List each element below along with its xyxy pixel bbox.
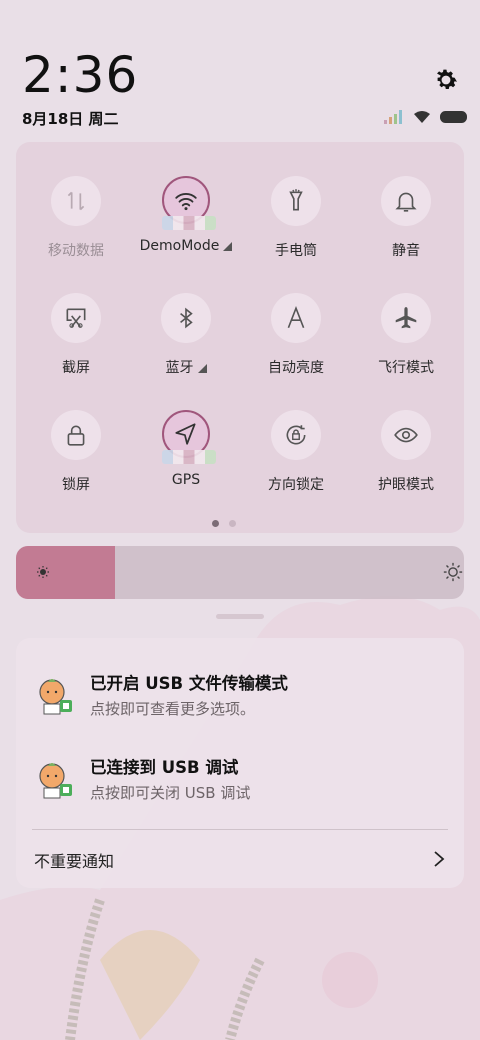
wifi-icon [162, 176, 216, 230]
page-dot-active [212, 520, 219, 527]
tile-screenshot[interactable]: 截屏 [20, 293, 132, 403]
tile-label: 截屏 [62, 360, 90, 376]
tile-label: 静音 [392, 243, 420, 259]
tile-wifi[interactable]: DemoMode [130, 176, 242, 286]
mobile-data-icon [51, 176, 101, 226]
screenshot-icon [51, 293, 101, 343]
tile-lock-screen[interactable]: 锁屏 [20, 410, 132, 520]
unimportant-notifications-link[interactable]: 不重要通知 [34, 848, 114, 872]
tile-bluetooth[interactable]: 蓝牙 [130, 293, 242, 403]
chevron-right-icon[interactable] [432, 850, 446, 868]
bluetooth-icon [161, 293, 211, 343]
brightness-low-icon [37, 566, 49, 578]
sticker-decoration [162, 216, 216, 230]
tile-label: 锁屏 [62, 477, 90, 493]
drag-handle[interactable] [216, 614, 264, 619]
tile-rotation-lock[interactable]: 方向锁定 [240, 410, 352, 520]
eye-icon [381, 410, 431, 460]
tile-label: 蓝牙 [165, 360, 194, 376]
notification-usb-transfer[interactable]: 已开启 USB 文件传输模式 点按即可查看更多选项。 [16, 668, 464, 734]
brightness-slider[interactable] [16, 546, 464, 599]
tile-gps[interactable]: GPS [130, 410, 242, 520]
battery-icon [440, 111, 467, 123]
tile-label: 飞行模式 [378, 360, 434, 376]
flashlight-icon [271, 176, 321, 226]
divider [32, 829, 448, 830]
bell-icon [381, 176, 431, 226]
tile-mobile-data[interactable]: 移动数据 [20, 176, 132, 286]
tile-label: 护眼模式 [378, 477, 434, 493]
notification-title: 已开启 USB 文件传输模式 [90, 674, 288, 693]
sticker-decoration [162, 450, 216, 464]
tile-auto-brightness[interactable]: 自动亮度 [240, 293, 352, 403]
usb-app-icon [39, 679, 72, 715]
tile-label: 手电筒 [275, 243, 317, 259]
wifi-signal-icon [414, 111, 430, 123]
clock: 2:36 [22, 46, 139, 104]
page-dot [229, 520, 236, 527]
tile-label: 移动数据 [48, 243, 104, 259]
tile-label: GPS [171, 472, 201, 488]
tile-airplane[interactable]: 飞行模式 [350, 293, 462, 403]
notification-title: 已连接到 USB 调试 [90, 758, 239, 777]
dropdown-caret-icon[interactable] [197, 364, 207, 373]
brightness-high-icon [443, 562, 463, 582]
tile-label: 自动亮度 [268, 360, 324, 376]
notification-body: 点按即可关闭 USB 调试 [90, 784, 251, 802]
airplane-icon [381, 293, 431, 343]
location-arrow-icon [162, 410, 216, 464]
tile-silent[interactable]: 静音 [350, 176, 462, 286]
quick-settings-panel: 移动数据 DemoMode 手电筒 静音 截屏 蓝牙 自动亮度 飞行模式 锁屏 … [16, 142, 464, 533]
notification-panel: 已开启 USB 文件传输模式 点按即可查看更多选项。 已连接到 USB 调试 点… [16, 638, 464, 888]
tile-label: 方向锁定 [268, 477, 324, 493]
cellular-signal-icon [384, 110, 402, 124]
system-status-icons [384, 108, 468, 126]
page-indicator [212, 520, 236, 527]
date: 8月18日 周二 [22, 110, 119, 128]
brightness-level-fill [16, 546, 115, 599]
auto-brightness-icon [271, 293, 321, 343]
usb-app-icon [39, 763, 72, 799]
tile-eye-comfort[interactable]: 护眼模式 [350, 410, 462, 520]
settings-gear-icon[interactable] [432, 66, 460, 94]
rotation-lock-icon [271, 410, 321, 460]
dropdown-caret-icon[interactable] [223, 242, 233, 251]
status-bar: 2:36 8月18日 周二 [0, 0, 480, 140]
tile-flashlight[interactable]: 手电筒 [240, 176, 352, 286]
notification-usb-debugging[interactable]: 已连接到 USB 调试 点按即可关闭 USB 调试 [16, 752, 464, 818]
tile-label: DemoMode [139, 238, 220, 254]
lock-icon [51, 410, 101, 460]
notification-body: 点按即可查看更多选项。 [90, 700, 256, 718]
